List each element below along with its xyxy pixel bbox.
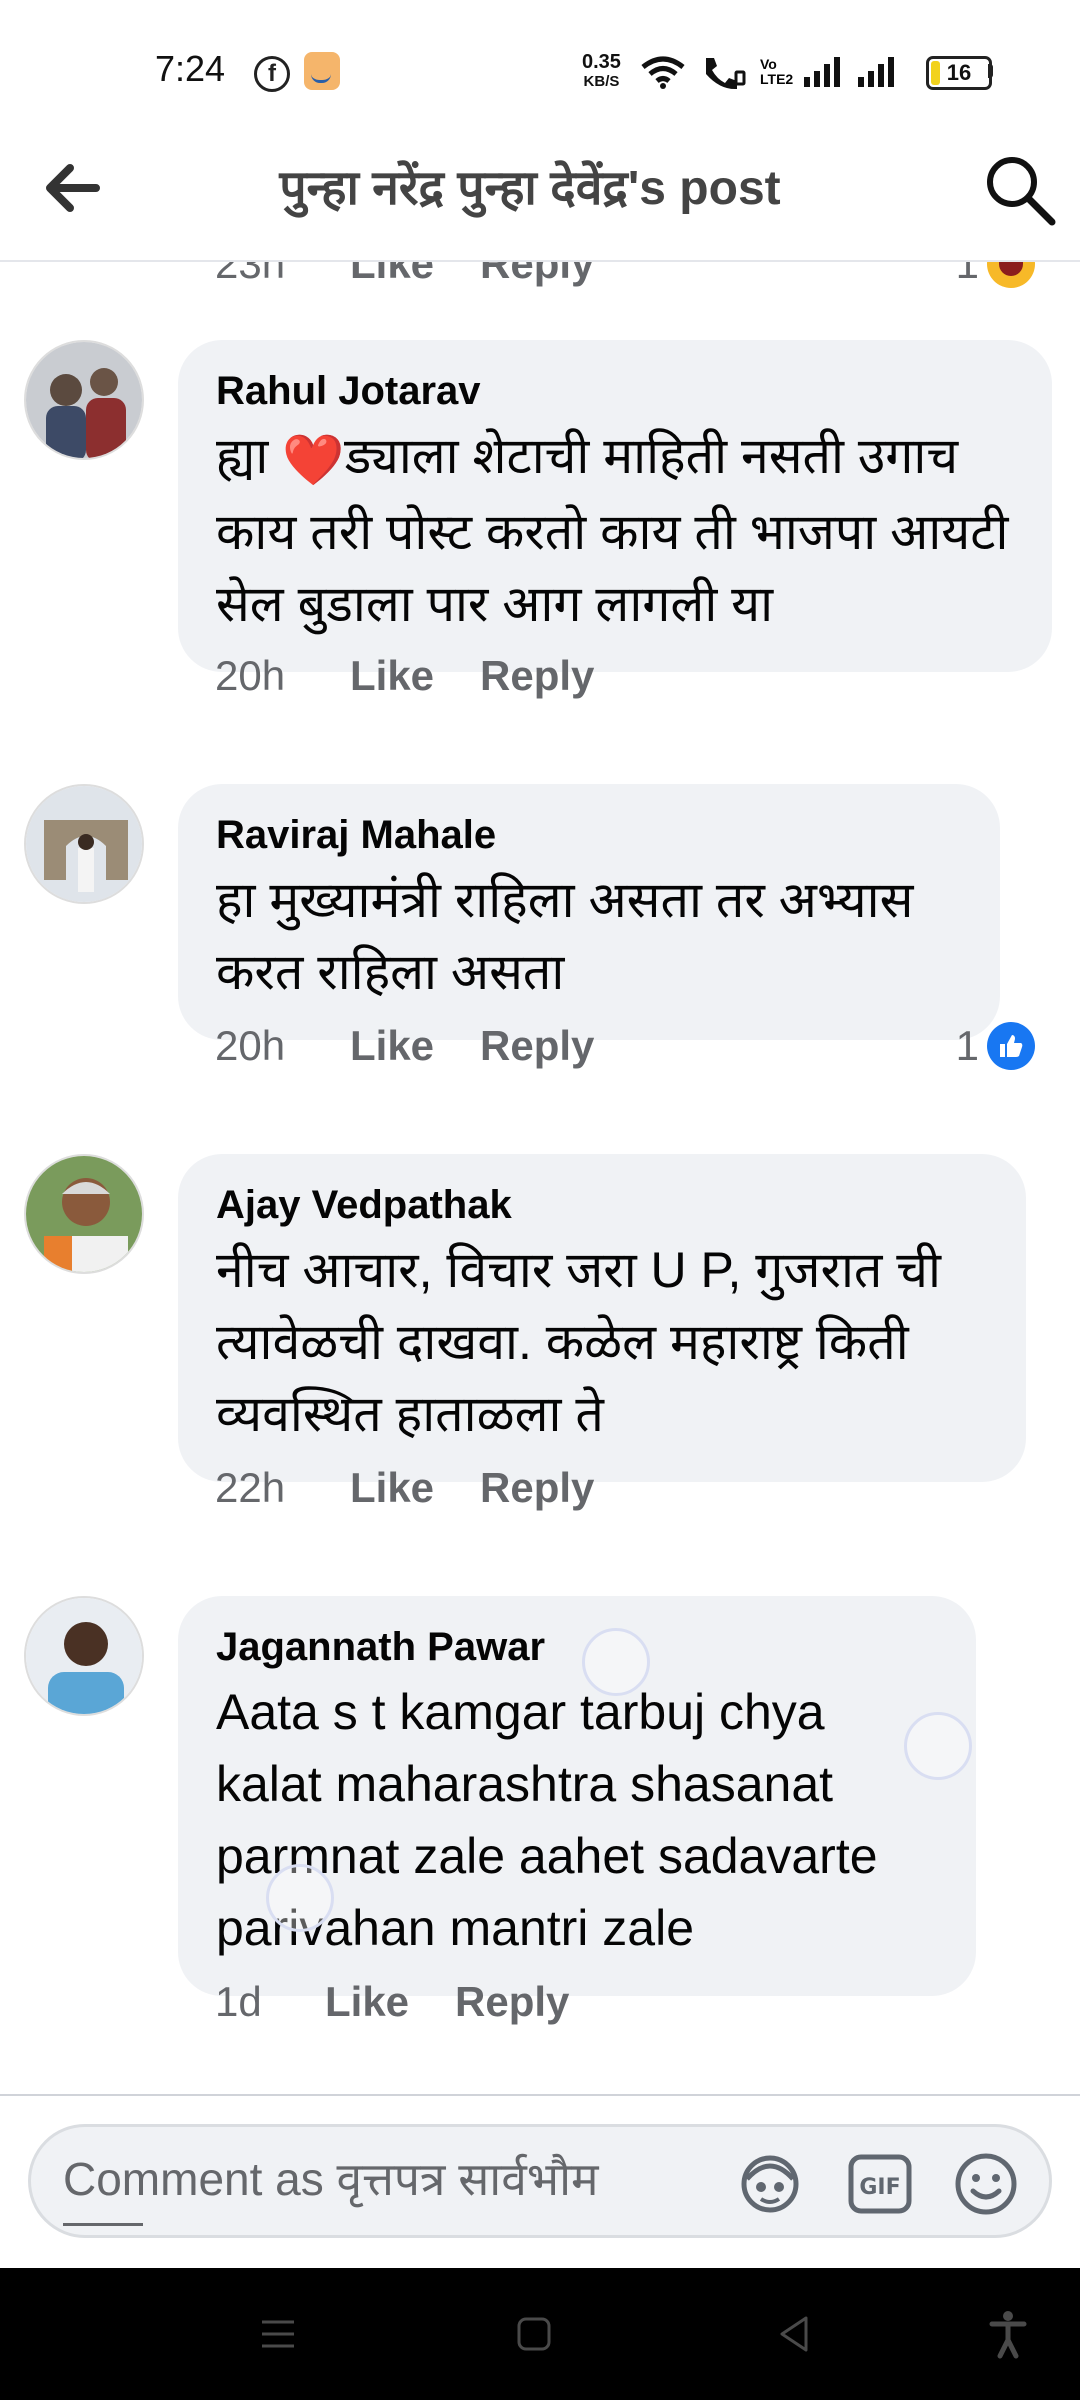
comment-author[interactable]: Jagannath Pawar: [216, 1622, 938, 1672]
comment-text: हा मुख्यामंत्री राहिला असता तर अभ्यास कर…: [216, 872, 914, 1000]
avatar[interactable]: [24, 340, 144, 460]
comment-input[interactable]: Comment as वृत्तपत्र सार्वभौम GIF: [28, 2124, 1052, 2238]
comment-bubble[interactable]: Ajay Vedpathak नीच आचार, विचार जरा U P, …: [178, 1154, 1026, 1482]
avatar-image: [26, 786, 142, 902]
battery-level: 16: [946, 60, 972, 85]
avatar-image: [26, 342, 142, 458]
comment-author[interactable]: Rahul Jotarav: [216, 366, 1014, 416]
comment-time: 20h: [215, 652, 286, 699]
like-button[interactable]: Like: [325, 1978, 409, 2026]
avatar[interactable]: [24, 784, 144, 904]
input-underline: [63, 2223, 143, 2226]
signal-icon: [804, 57, 840, 87]
comment-text-part: ह्या: [216, 428, 283, 484]
signal-icon: [858, 57, 894, 87]
comment-author[interactable]: Raviraj Mahale: [216, 810, 962, 860]
comment-bubble[interactable]: Raviraj Mahale हा मुख्यामंत्री राहिला अस…: [178, 784, 1000, 1040]
comment-text: नीच आचार, विचार जरा U P, गुजरात ची त्याव…: [216, 1242, 941, 1442]
back-icon[interactable]: [764, 2304, 824, 2364]
network-speed: 0.35 KB/S: [582, 52, 621, 92]
reaction-summary[interactable]: 1: [956, 1022, 1035, 1070]
amazon-icon: [304, 52, 340, 90]
avatar-sticker-icon[interactable]: [735, 2149, 805, 2219]
comments-list[interactable]: 23h Like Reply 1 Rahul Jotarav ह्या ❤️ड्…: [0, 262, 1080, 2092]
accessibility-icon[interactable]: [978, 2304, 1038, 2364]
comment-author[interactable]: Ajay Vedpathak: [216, 1180, 988, 1230]
network-speed-value: 0.35: [582, 51, 621, 73]
page-title: पुन्हा नरेंद्र पुन्हा देवेंद्र's post: [279, 162, 781, 215]
comment-text: ह्या ❤️ड्याला शेटाची माहिती नसती उगाच का…: [216, 420, 1014, 640]
network-speed-unit: KB/S: [583, 73, 620, 90]
reaction-summary[interactable]: 1: [956, 262, 1035, 288]
reply-button[interactable]: Reply: [480, 1022, 594, 1070]
emoji-icon[interactable]: [951, 2149, 1021, 2219]
avatar-image: [26, 1598, 142, 1714]
comment-text: Aata s t kamgar tarbuj chya kalat mahara…: [216, 1684, 878, 1956]
like-button[interactable]: Like: [350, 652, 434, 700]
like-icon: [987, 1022, 1035, 1070]
menu-icon[interactable]: [248, 2304, 308, 2364]
post-header: पुन्हा नरेंद्र पुन्हा देवेंद्र's post: [0, 120, 1080, 262]
wifi-icon: [641, 56, 685, 89]
comment-time: 1d: [215, 1978, 262, 2025]
reply-button[interactable]: Reply: [480, 262, 594, 288]
battery-tip: [988, 64, 993, 78]
gif-icon[interactable]: GIF: [845, 2149, 915, 2219]
avatar[interactable]: [24, 1596, 144, 1716]
search-icon[interactable]: [980, 150, 1060, 230]
status-icons: Vo LTE2: [640, 52, 896, 92]
reply-button[interactable]: Reply: [480, 652, 594, 700]
reaction-count: 1: [955, 262, 979, 287]
reaction-count: 1: [955, 1022, 979, 1069]
comment-bubble[interactable]: Jagannath Pawar Aata s t kamgar tarbuj c…: [178, 1596, 976, 1996]
comment-time: 22h: [215, 1464, 286, 1511]
comment-meta-row: 22h Like Reply: [215, 1458, 594, 1518]
wifi-calling-icon: [706, 58, 746, 90]
system-nav-bar: [0, 2268, 1080, 2400]
back-arrow-icon[interactable]: [40, 156, 104, 220]
facebook-icon: f: [254, 56, 290, 92]
haha-emoji-icon: [987, 262, 1035, 288]
comment-time: 20h: [215, 1022, 286, 1069]
battery-icon: 16: [926, 56, 992, 90]
avatar-image: [26, 1156, 142, 1272]
comment-time: 23h: [215, 262, 286, 287]
reply-button[interactable]: Reply: [480, 1464, 594, 1512]
avatar[interactable]: [24, 1154, 144, 1274]
reply-button[interactable]: Reply: [455, 1978, 569, 2026]
svg-text:GIF: GIF: [859, 2175, 900, 2200]
comment-meta-row: 20h Like Reply: [215, 646, 594, 706]
status-time: 7:24: [155, 48, 226, 89]
comment-meta-row: 23h Like Reply 1: [215, 262, 1035, 294]
like-button[interactable]: Like: [350, 1464, 434, 1512]
like-button[interactable]: Like: [350, 1022, 434, 1070]
comment-meta-row: 20h Like Reply 1: [215, 1016, 1035, 1076]
comment-bubble[interactable]: Rahul Jotarav ह्या ❤️ड्याला शेटाची माहित…: [178, 340, 1052, 672]
volte-label: Vo LTE2: [760, 56, 794, 87]
home-icon[interactable]: [504, 2304, 564, 2364]
comment-meta-row: 1d Like Reply: [215, 1972, 569, 2032]
comment-placeholder: Comment as वृत्तपत्र सार्वभौम: [63, 2153, 599, 2205]
like-button[interactable]: Like: [350, 262, 434, 288]
heart-emoji: ❤️: [282, 432, 345, 488]
status-bar: 7:24 f 0.35 KB/S Vo LTE2 16: [0, 0, 1080, 120]
comment-composer-bar: Comment as वृत्तपत्र सार्वभौम GIF: [0, 2094, 1080, 2270]
screen: 7:24 f 0.35 KB/S Vo LTE2 16 पुन्हा नरेंद…: [0, 0, 1080, 2400]
